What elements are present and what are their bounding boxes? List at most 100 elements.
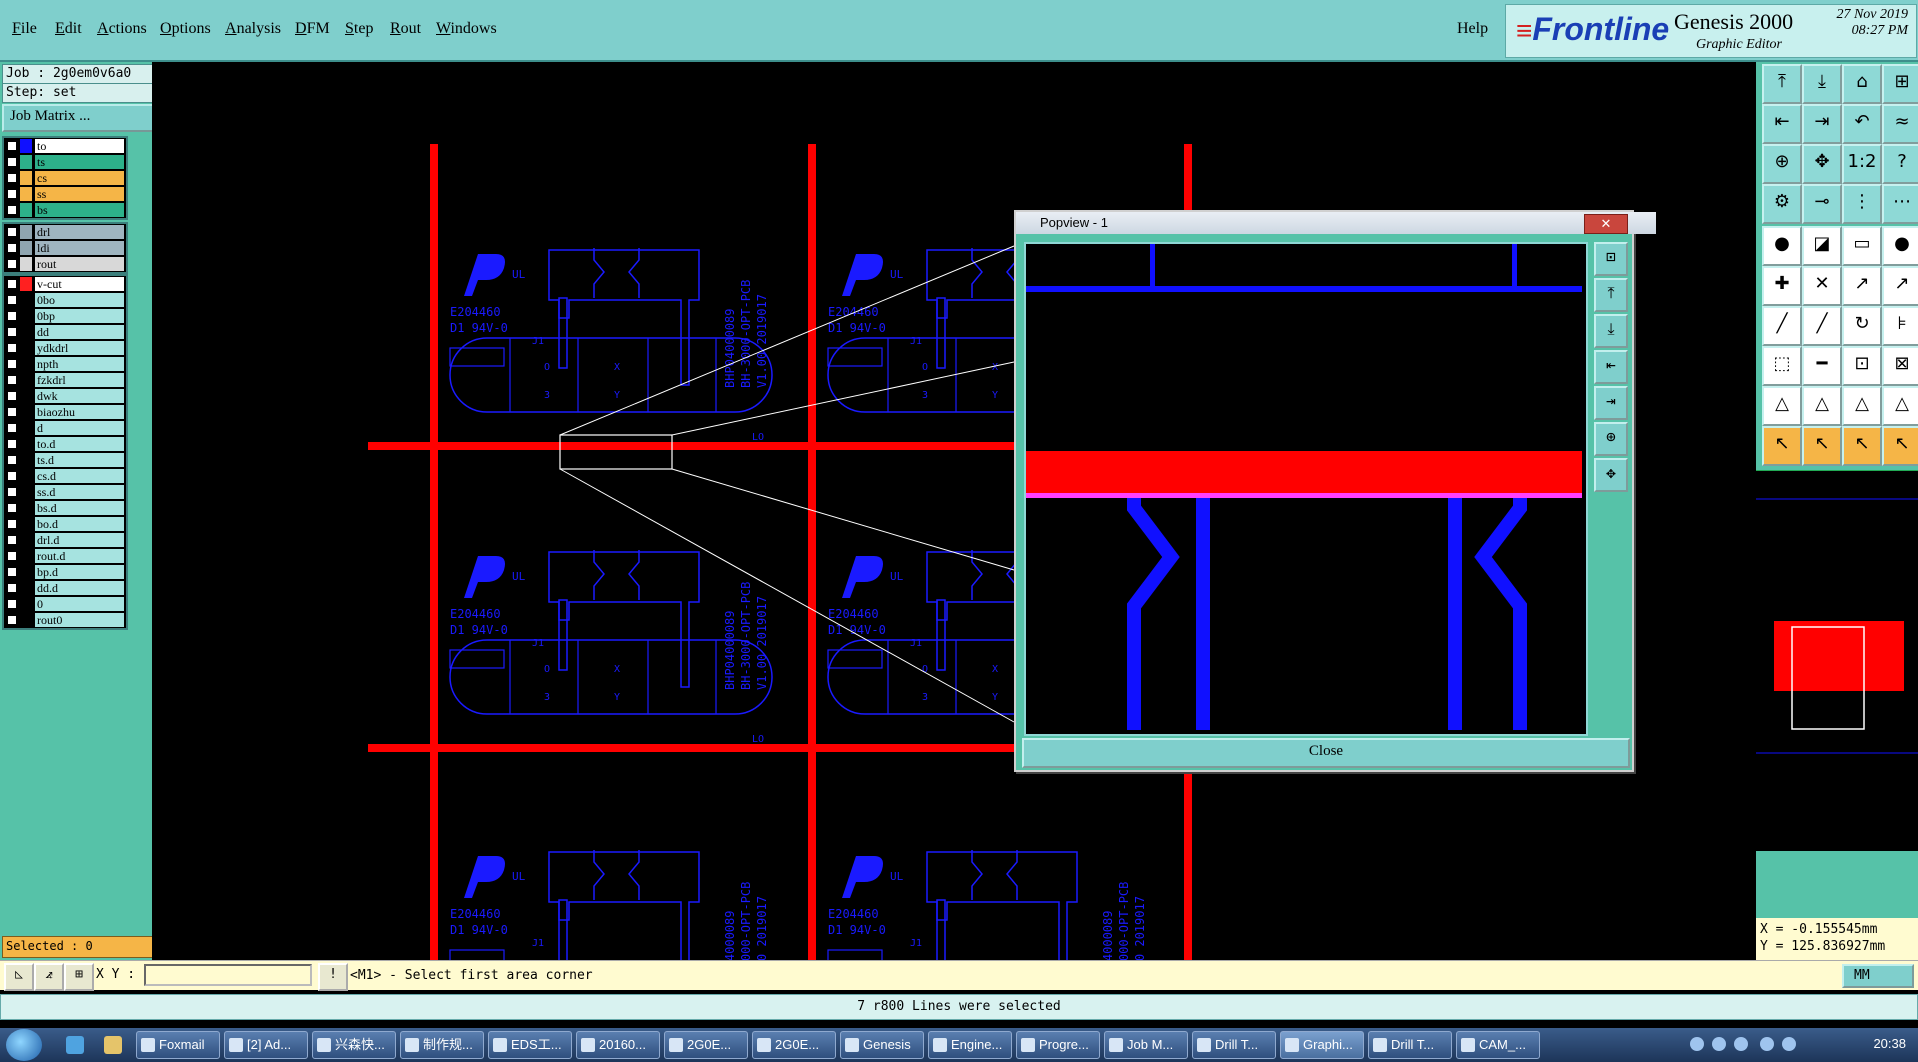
tool-button[interactable]: ⤓ (1802, 64, 1842, 104)
taskbar-item[interactable]: CAM_... (1456, 1031, 1540, 1059)
menu-options[interactable]: Options (160, 20, 211, 38)
layer-name[interactable]: drl.d (35, 533, 124, 547)
layer-checkbox[interactable] (7, 615, 17, 625)
layer-checkbox[interactable] (7, 189, 17, 199)
xy-input[interactable] (144, 964, 312, 986)
ie-icon[interactable] (66, 1036, 84, 1054)
layer-row-0[interactable]: 0 (4, 596, 126, 612)
tool-button[interactable]: ↻ (1842, 306, 1882, 346)
layer-name[interactable]: ss (35, 187, 124, 201)
layer-checkbox[interactable] (7, 471, 17, 481)
layer-name[interactable]: 0 (35, 597, 124, 611)
lang-tray-icon[interactable] (1734, 1037, 1748, 1051)
layer-name[interactable]: bp.d (35, 565, 124, 579)
layer-checkbox[interactable] (7, 583, 17, 593)
tool-button[interactable]: 1:2 (1842, 144, 1882, 184)
grid-icon[interactable]: ⊞ (64, 963, 94, 991)
popview-tool-4[interactable]: ⇤ (1594, 350, 1628, 384)
layer-checkbox[interactable] (7, 487, 17, 497)
tool-button[interactable]: ⇥ (1802, 104, 1842, 144)
tool-button[interactable]: ⊧ (1882, 306, 1918, 346)
layer-row-rout.d[interactable]: rout.d (4, 548, 126, 564)
layer-row-drl.d[interactable]: drl.d (4, 532, 126, 548)
start-button[interactable] (6, 1029, 42, 1061)
layer-row-ldi[interactable]: ldi (4, 240, 126, 256)
tool-button[interactable]: △ (1882, 386, 1918, 426)
menu-help[interactable]: Help (1457, 20, 1488, 38)
layer-row-bs[interactable]: bs (4, 202, 126, 218)
layer-row-to[interactable]: to (4, 138, 126, 154)
layer-row-npth[interactable]: npth (4, 356, 126, 372)
layer-row-dwk[interactable]: dwk (4, 388, 126, 404)
tool-button[interactable]: ✕ (1802, 266, 1842, 306)
tool-button[interactable]: ▭ (1842, 226, 1882, 266)
layer-checkbox[interactable] (7, 423, 17, 433)
tool-button[interactable]: ⬚ (1762, 346, 1802, 386)
tool-button[interactable]: ⊠ (1882, 346, 1918, 386)
job-matrix-button[interactable]: Job Matrix ... (2, 104, 160, 132)
layer-row-ydkdrl[interactable]: ydkdrl (4, 340, 126, 356)
layer-name[interactable]: drl (35, 225, 124, 239)
tool-button[interactable]: △ (1762, 386, 1802, 426)
tool-button[interactable]: ↖ (1802, 426, 1842, 466)
layer-row-drl[interactable]: drl (4, 224, 126, 240)
menu-step[interactable]: Step (345, 20, 373, 38)
taskbar-item[interactable]: 制作规... (400, 1031, 484, 1059)
popview-tool-6[interactable]: ⊕ (1594, 422, 1628, 456)
popview-tool-7[interactable]: ✥ (1594, 458, 1628, 492)
menu-edit[interactable]: Edit (55, 20, 82, 38)
tool-button[interactable]: ⤒ (1762, 64, 1802, 104)
layer-checkbox[interactable] (7, 519, 17, 529)
taskbar-item[interactable]: Drill T... (1192, 1031, 1276, 1059)
taskbar-item[interactable]: Progre... (1016, 1031, 1100, 1059)
layer-name[interactable]: dwk (35, 389, 124, 403)
tool-button[interactable]: △ (1842, 386, 1882, 426)
layer-row-cs[interactable]: cs (4, 170, 126, 186)
tool-button[interactable]: ✚ (1762, 266, 1802, 306)
layer-checkbox[interactable] (7, 205, 17, 215)
layer-name[interactable]: 0bp (35, 309, 124, 323)
layer-checkbox[interactable] (7, 391, 17, 401)
popview-close-button[interactable]: Close (1022, 738, 1630, 768)
layer-row-cs.d[interactable]: cs.d (4, 468, 126, 484)
layer-row-ts.d[interactable]: ts.d (4, 452, 126, 468)
taskbar-item[interactable]: 兴森快... (312, 1031, 396, 1059)
tool-button[interactable]: ⊞ (1882, 64, 1918, 104)
tool-button[interactable]: ⚙ (1762, 184, 1802, 224)
layer-checkbox[interactable] (7, 311, 17, 321)
menu-rout[interactable]: Rout (390, 20, 421, 38)
layer-checkbox[interactable] (7, 279, 17, 289)
taskbar-item[interactable]: EDS工... (488, 1031, 572, 1059)
layer-name[interactable]: to (35, 139, 124, 153)
layer-row-bs.d[interactable]: bs.d (4, 500, 126, 516)
layer-name[interactable]: 0bo (35, 293, 124, 307)
layer-row-to.d[interactable]: to.d (4, 436, 126, 452)
menu-dfm[interactable]: DFM (295, 20, 330, 38)
layer-name[interactable]: rout.d (35, 549, 124, 563)
explorer-icon[interactable] (104, 1036, 122, 1054)
layer-checkbox[interactable] (7, 157, 17, 167)
layer-name[interactable]: dd.d (35, 581, 124, 595)
taskbar-item[interactable]: [2] Ad... (224, 1031, 308, 1059)
taskbar-item[interactable]: Drill T... (1368, 1031, 1452, 1059)
popview-tool-1[interactable]: ⊡ (1594, 242, 1628, 276)
layer-row-dd.d[interactable]: dd.d (4, 580, 126, 596)
tool-button[interactable]: ⌂ (1842, 64, 1882, 104)
layer-name[interactable]: fzkdrl (35, 373, 124, 387)
taskbar-item[interactable]: Graphi... (1280, 1031, 1364, 1059)
snap-icon[interactable]: ◺ (4, 963, 34, 991)
tool-button[interactable]: ↖ (1882, 426, 1918, 466)
layer-name[interactable]: bs (35, 203, 124, 217)
layer-checkbox[interactable] (7, 359, 17, 369)
popview-tool-2[interactable]: ⤒ (1594, 278, 1628, 312)
taskbar-item[interactable]: 2G0E... (664, 1031, 748, 1059)
popview-close-icon[interactable]: ✕ (1584, 214, 1628, 234)
tool-button[interactable]: ⊡ (1842, 346, 1882, 386)
tool-button[interactable]: ≈ (1882, 104, 1918, 144)
popview-titlebar[interactable]: Popview - 1 (1016, 212, 1656, 234)
layer-checkbox[interactable] (7, 551, 17, 561)
taskbar-item[interactable]: Genesis (840, 1031, 924, 1059)
layer-checkbox[interactable] (7, 295, 17, 305)
layer-row-0bp[interactable]: 0bp (4, 308, 126, 324)
layer-name[interactable]: rout0 (35, 613, 124, 627)
